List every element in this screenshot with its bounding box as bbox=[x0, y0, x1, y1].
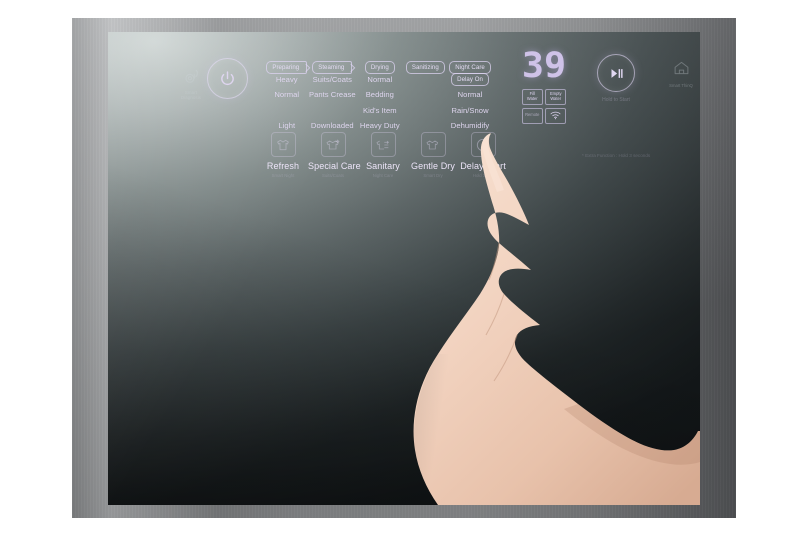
clock-icon bbox=[470, 132, 496, 157]
start-pause-button[interactable]: Hold to Start bbox=[586, 54, 646, 103]
appliance-body: Smart Diagnosis Preparing Steaming Dryin… bbox=[72, 18, 736, 518]
option-rain-snow[interactable]: Rain/Snow bbox=[451, 106, 488, 115]
status-pill-steaming[interactable]: Steaming bbox=[312, 61, 353, 74]
course-button-gentle-dry[interactable]: Gentle Dry Smart Dry bbox=[408, 132, 458, 178]
option-suits-coats[interactable]: Suits/Coats bbox=[313, 75, 352, 84]
status-pill-preparing[interactable]: Preparing bbox=[266, 61, 308, 74]
smart-diagnosis-icon bbox=[182, 68, 201, 87]
play-pause-icon bbox=[611, 68, 623, 78]
smart-thinq-label: Smart ThinQ bbox=[669, 83, 693, 88]
option-downloaded[interactable]: Downloaded bbox=[311, 122, 354, 130]
option-cell: Delay On bbox=[448, 72, 492, 88]
smart-diagnosis-label: Smart Diagnosis bbox=[180, 90, 202, 101]
shirt-special-icon bbox=[320, 132, 346, 157]
remote-start-indicator[interactable]: Remote bbox=[521, 107, 543, 124]
status-cell-drying: Drying bbox=[357, 56, 403, 74]
option-cell: Bedding bbox=[357, 88, 403, 104]
time-remaining-value: 39 bbox=[521, 46, 567, 86]
status-pill-delay-on[interactable]: Delay On bbox=[451, 73, 489, 87]
status-cell-night-care: Night Care bbox=[448, 56, 492, 74]
shirt-refresh-icon bbox=[270, 132, 296, 157]
option-row-2: Normal Pants Crease Bedding Normal bbox=[266, 88, 492, 104]
course-button-refresh[interactable]: Refresh Smart Night bbox=[258, 132, 308, 178]
option-normal-night[interactable]: Normal bbox=[458, 91, 483, 99]
option-cell: Pants Crease bbox=[308, 88, 358, 104]
smart-thinq-button[interactable]: Smart ThinQ bbox=[659, 60, 700, 88]
option-cell-empty bbox=[403, 72, 449, 88]
power-icon bbox=[221, 71, 234, 86]
control-cluster: Smart Diagnosis Preparing Steaming Dryin… bbox=[108, 32, 700, 505]
course-sublabel: Hold 3 sec bbox=[472, 173, 494, 178]
course-label: Special Care bbox=[308, 161, 361, 171]
course-label: Delay Start bbox=[460, 161, 506, 171]
course-label: Refresh bbox=[266, 161, 300, 171]
shirt-sanitary-icon bbox=[370, 132, 396, 157]
option-cell: Normal bbox=[266, 88, 308, 104]
option-cell: Normal bbox=[448, 88, 492, 104]
option-bedding[interactable]: Bedding bbox=[366, 91, 394, 99]
course-label: Sanitary bbox=[366, 161, 400, 171]
option-cell-empty bbox=[308, 103, 358, 119]
course-button-special-care[interactable]: Special Care Suits/Coats bbox=[308, 132, 361, 178]
option-cell-empty bbox=[403, 103, 449, 119]
power-button[interactable] bbox=[207, 58, 248, 99]
wifi-indicator[interactable] bbox=[545, 107, 567, 124]
option-kids-item[interactable]: Kid's Item bbox=[363, 106, 397, 115]
option-light[interactable]: Light bbox=[278, 122, 295, 130]
status-cell-steaming: Steaming bbox=[308, 56, 358, 74]
course-sublabel: Night Care bbox=[372, 173, 394, 178]
option-cell: Normal bbox=[357, 72, 403, 88]
course-button-row: Refresh Smart Night Special Care Suits/C… bbox=[258, 132, 508, 178]
indicator-grid: Fill Water Empty Water Remote bbox=[512, 89, 576, 124]
option-row-3: Kid's Item Rain/Snow bbox=[266, 103, 492, 119]
option-cell: Heavy bbox=[266, 72, 308, 88]
course-button-sanitary[interactable]: Sanitary Night Care bbox=[358, 132, 408, 178]
option-heavy[interactable]: Heavy bbox=[276, 75, 298, 84]
start-ring bbox=[597, 54, 635, 92]
option-grid: Preparing Steaming Drying Sanitizing Nig bbox=[266, 56, 492, 134]
extra-function-note: * Extra Function : Hold 3 seconds bbox=[582, 153, 651, 158]
option-cell-empty bbox=[403, 88, 449, 104]
option-cell-empty bbox=[266, 103, 308, 119]
course-label: Gentle Dry bbox=[410, 161, 455, 171]
status-cell-preparing: Preparing bbox=[266, 56, 308, 74]
digital-display: 39 Fill Water Empty Water Remote bbox=[512, 46, 576, 124]
option-normal[interactable]: Normal bbox=[274, 91, 299, 99]
shirt-gentle-icon bbox=[420, 132, 446, 157]
fill-water-indicator[interactable]: Fill Water bbox=[521, 89, 543, 105]
home-icon bbox=[674, 61, 688, 75]
option-dehumidify[interactable]: Dehumidify bbox=[451, 122, 489, 130]
option-cell: Kid's Item bbox=[357, 103, 403, 119]
status-cell-sanitizing: Sanitizing bbox=[403, 56, 449, 74]
start-button-label: Hold to Start bbox=[602, 97, 630, 103]
status-pill-row: Preparing Steaming Drying Sanitizing Nig bbox=[266, 56, 492, 74]
option-heavy-duty[interactable]: Heavy Duty bbox=[360, 122, 400, 130]
option-normal-dry[interactable]: Normal bbox=[367, 75, 392, 84]
course-sublabel: Smart Dry bbox=[423, 173, 443, 178]
option-cell: Suits/Coats bbox=[308, 72, 358, 88]
empty-water-indicator[interactable]: Empty Water bbox=[545, 89, 567, 105]
option-pants-crease[interactable]: Pants Crease bbox=[309, 91, 356, 99]
wifi-icon bbox=[550, 111, 561, 120]
control-panel-glass: Smart Diagnosis Preparing Steaming Dryin… bbox=[108, 32, 700, 505]
option-cell: Rain/Snow bbox=[448, 103, 492, 119]
course-sublabel: Suits/Coats bbox=[322, 173, 344, 178]
screenshot-root: Smart Diagnosis Preparing Steaming Dryin… bbox=[0, 0, 800, 533]
course-button-delay-start[interactable]: Delay Start Hold 3 sec bbox=[458, 132, 508, 178]
course-sublabel: Smart Night bbox=[271, 173, 295, 178]
option-row-1: Heavy Suits/Coats Normal Delay On bbox=[266, 72, 492, 88]
